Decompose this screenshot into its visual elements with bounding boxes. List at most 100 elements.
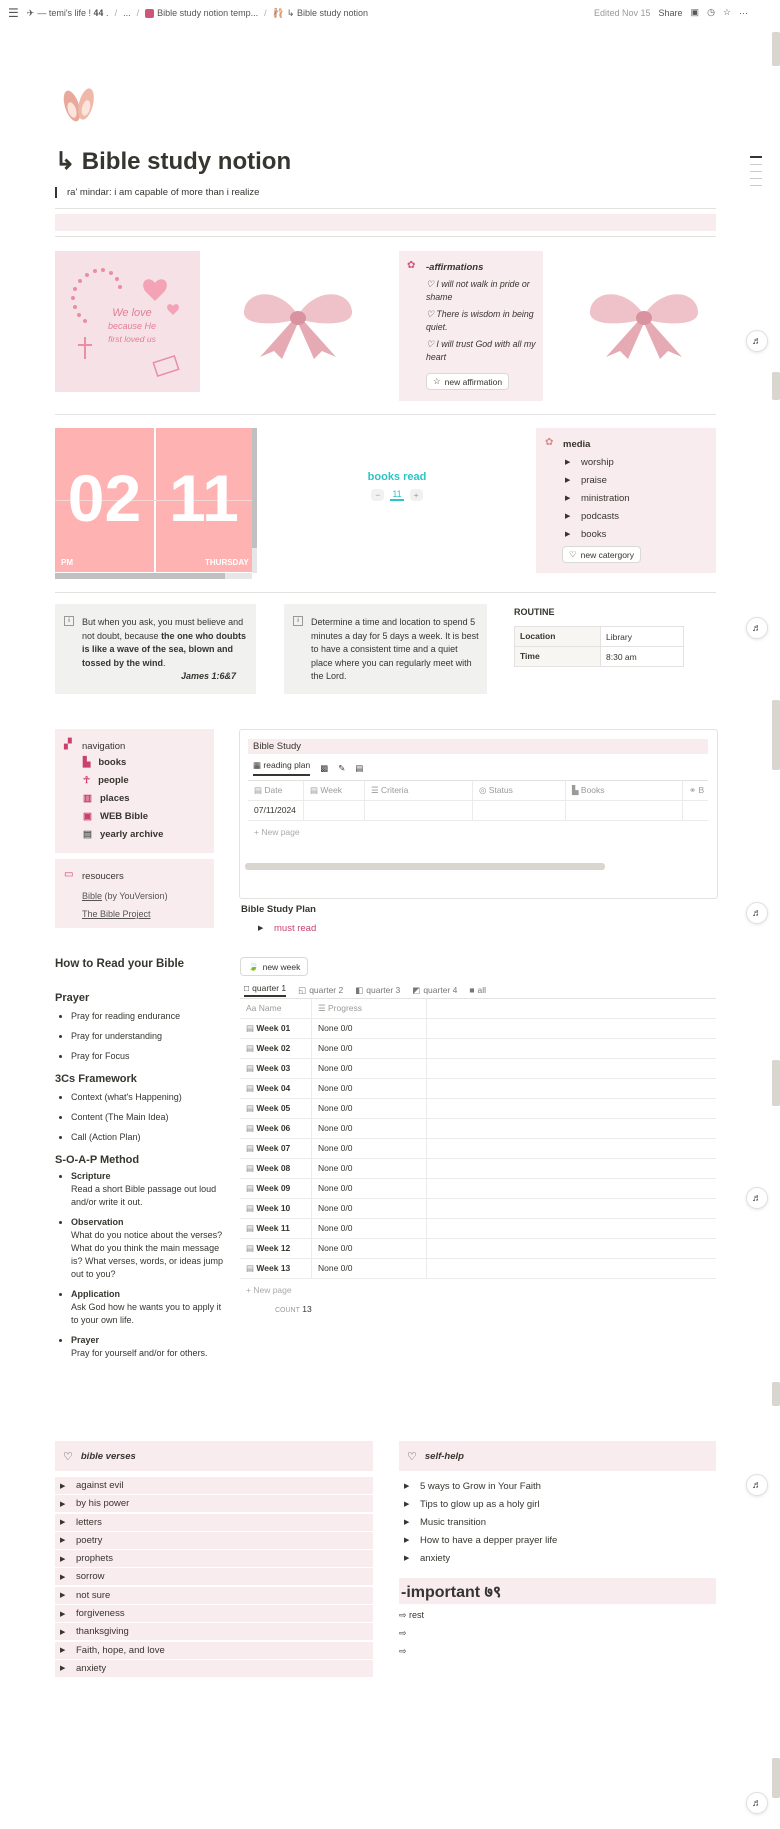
important-item[interactable]: ⇨	[399, 1646, 716, 1664]
media-toggle-ministration[interactable]: ▶ ministration	[565, 489, 630, 507]
breadcrumb-current[interactable]: 🩰 ↳ Bible study notion	[273, 8, 368, 19]
table-row[interactable]: ▤ Week 02 None 0/0	[240, 1039, 716, 1059]
new-page-button[interactable]: + New page	[248, 821, 708, 837]
self-help-toggle[interactable]: ▶ Music transition	[399, 1513, 716, 1531]
ai-assist-icon[interactable]: ♬	[746, 330, 768, 352]
ai-assist-icon-3[interactable]: ♬	[746, 902, 768, 924]
favorite-icon[interactable]: ☆	[723, 7, 731, 18]
more-icon[interactable]: ···	[739, 8, 748, 18]
verse-toggle[interactable]: ▶ forgiveness	[55, 1605, 373, 1623]
week-name[interactable]: Week 13	[256, 1263, 290, 1273]
verse-toggle[interactable]: ▶ Faith, hope, and love	[55, 1641, 373, 1659]
important-item[interactable]: ⇨ rest	[399, 1610, 716, 1628]
tab-quarter-4[interactable]: ◩ quarter 4	[412, 985, 457, 996]
verse-toggle[interactable]: ▶ not sure	[55, 1586, 373, 1604]
table-row[interactable]: ▤ Week 01 None 0/0	[240, 1019, 716, 1039]
week-name[interactable]: Week 08	[256, 1163, 290, 1173]
week-name[interactable]: Week 04	[256, 1083, 290, 1093]
comments-icon[interactable]: ▣	[691, 7, 700, 18]
bible-link[interactable]: Bible	[82, 891, 102, 901]
increment-button[interactable]: +	[409, 489, 423, 501]
self-help-toggle[interactable]: ▶ 5 ways to Grow in Your Faith	[399, 1477, 716, 1495]
bible-project-link[interactable]: The Bible Project	[82, 905, 168, 923]
week-name[interactable]: Week 01	[256, 1023, 290, 1033]
new-category-button[interactable]: ♡ new catergory	[562, 546, 642, 563]
week-name[interactable]: Week 12	[256, 1243, 290, 1253]
tab-all[interactable]: ■ all	[469, 985, 486, 995]
table-row[interactable]: ▤ Week 10 None 0/0	[240, 1199, 716, 1219]
ai-assist-icon-6[interactable]: ♬	[746, 1792, 768, 1814]
week-name[interactable]: Week 09	[256, 1183, 290, 1193]
must-read-toggle[interactable]: ▶ must read	[258, 919, 316, 937]
media-toggle-worship[interactable]: ▶ worship	[565, 453, 630, 471]
week-name[interactable]: Week 06	[256, 1123, 290, 1133]
tab-quarter-3[interactable]: ◧ quarter 3	[355, 985, 400, 996]
nav-link-yearly-archive[interactable]: ▤ yearly archive	[83, 825, 163, 843]
table-row[interactable]: ▤ Week 06 None 0/0	[240, 1119, 716, 1139]
table-row[interactable]: ▤ Week 07 None 0/0	[240, 1139, 716, 1159]
menu-icon[interactable]: ☰	[8, 6, 19, 20]
breadcrumb-template[interactable]: Bible study notion temp...	[145, 8, 258, 18]
new-week-button[interactable]: 🍃 new week	[240, 957, 309, 976]
weeks-new-page-button[interactable]: + New page	[240, 1279, 716, 1295]
self-help-toggle[interactable]: ▶ anxiety	[399, 1549, 716, 1567]
table-row[interactable]: ▤ Week 03 None 0/0	[240, 1059, 716, 1079]
breadcrumb-root[interactable]: ✈ — temi's life ! 𝟒𝟒 .	[27, 8, 109, 19]
table-row[interactable]: ▤ Week 13 None 0/0	[240, 1259, 716, 1279]
table-row[interactable]: ▤ Week 11 None 0/0	[240, 1219, 716, 1239]
week-name[interactable]: Week 07	[256, 1143, 290, 1153]
routine-value[interactable]: 8:30 am	[601, 652, 637, 662]
routine-value[interactable]: Library	[601, 632, 632, 642]
verse-toggle[interactable]: ▶ sorrow	[55, 1568, 373, 1586]
scrollbar-thumb[interactable]	[772, 372, 780, 400]
database-title[interactable]: Bible Study	[248, 739, 708, 754]
table-row[interactable]: 07/11/2024	[248, 801, 708, 821]
verse-toggle[interactable]: ▶ by his power	[55, 1495, 373, 1513]
media-toggle-books[interactable]: ▶ books	[565, 525, 630, 543]
decrement-button[interactable]: −	[371, 489, 385, 501]
verse-toggle[interactable]: ▶ anxiety	[55, 1659, 373, 1677]
week-name[interactable]: Week 05	[256, 1103, 290, 1113]
table-row[interactable]: ▤ Week 08 None 0/0	[240, 1159, 716, 1179]
table-row[interactable]: ▤ Week 05 None 0/0	[240, 1099, 716, 1119]
self-help-toggle[interactable]: ▶ Tips to glow up as a holy girl	[399, 1495, 716, 1513]
week-name[interactable]: Week 03	[256, 1063, 290, 1073]
ai-assist-icon-2[interactable]: ♬	[746, 617, 768, 639]
ai-assist-icon-5[interactable]: ♬	[746, 1474, 768, 1496]
page-icon-ballet-shoes[interactable]	[58, 82, 102, 126]
scrollbar-track[interactable]	[772, 32, 780, 66]
week-name[interactable]: Week 11	[256, 1223, 289, 1233]
nav-link-people[interactable]: ☥ people	[83, 771, 163, 789]
widget-scrollbar[interactable]	[55, 573, 252, 579]
table-of-contents[interactable]	[750, 156, 762, 186]
verse-toggle[interactable]: ▶ letters	[55, 1513, 373, 1531]
verse-toggle[interactable]: ▶ thanksgiving	[55, 1623, 373, 1641]
share-button[interactable]: Share	[659, 8, 683, 18]
nav-link-books[interactable]: ▙ books	[83, 753, 163, 771]
week-name[interactable]: Week 10	[256, 1203, 290, 1213]
table-row[interactable]: ▤ Week 09 None 0/0	[240, 1179, 716, 1199]
important-item[interactable]: ⇨	[399, 1628, 716, 1646]
new-affirmation-button[interactable]: ☆ new affirmation	[426, 373, 510, 390]
pen-icon[interactable]: ✎	[338, 763, 345, 774]
media-toggle-praise[interactable]: ▶ praise	[565, 471, 630, 489]
table-row[interactable]: ▤ Week 04 None 0/0	[240, 1079, 716, 1099]
calendar-view-icon[interactable]: ▩	[320, 763, 328, 774]
media-toggle-podcasts[interactable]: ▶ podcasts	[565, 507, 630, 525]
verse-toggle[interactable]: ▶ poetry	[55, 1531, 373, 1549]
verse-toggle[interactable]: ▶ prophets	[55, 1550, 373, 1568]
view-tab-reading-plan[interactable]: ▦ reading plan	[253, 760, 311, 776]
updates-icon[interactable]: ◷	[707, 7, 715, 18]
tab-quarter-2[interactable]: ◱ quarter 2	[298, 985, 343, 996]
calendar-icon[interactable]: ▤	[355, 763, 363, 774]
nav-link-web-bible[interactable]: ▣ WEB Bible	[83, 807, 163, 825]
table-row[interactable]: ▤ Week 12 None 0/0	[240, 1239, 716, 1259]
horizontal-scrollbar[interactable]	[243, 863, 703, 870]
nav-link-places[interactable]: ▥ places	[83, 789, 163, 807]
ai-assist-icon-4[interactable]: ♬	[746, 1187, 768, 1209]
breadcrumb-ellipsis[interactable]: ...	[123, 8, 131, 18]
week-name[interactable]: Week 02	[256, 1043, 290, 1053]
tab-quarter-1[interactable]: □ quarter 1	[244, 983, 287, 997]
self-help-toggle[interactable]: ▶ How to have a depper prayer life	[399, 1531, 716, 1549]
verse-toggle[interactable]: ▶ against evil	[55, 1477, 373, 1494]
